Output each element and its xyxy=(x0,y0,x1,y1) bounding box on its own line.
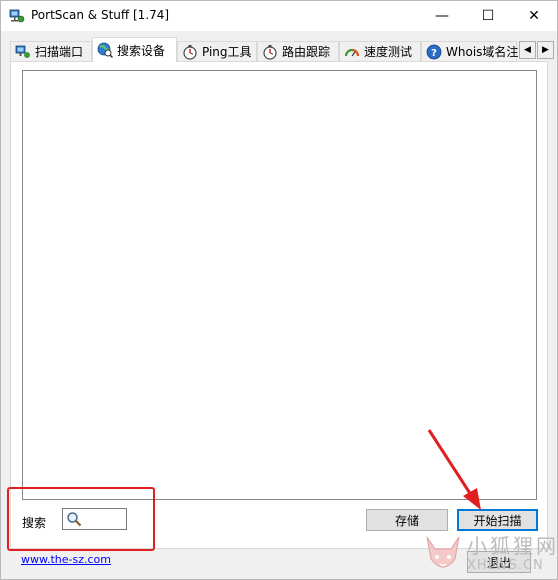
tab-ping-tool[interactable]: Ping工具 xyxy=(177,41,257,61)
start-scan-button[interactable]: 开始扫描 xyxy=(457,509,538,531)
tab-label: 扫描端口 xyxy=(35,45,84,59)
maximize-button[interactable]: ☐ xyxy=(465,1,511,31)
magnifier-icon xyxy=(67,512,82,527)
tab-speed-test[interactable]: 速度测试 xyxy=(339,41,421,61)
tab-strip: 扫描端口 搜索设备 Ping工具 路由跟踪 速度测试 ? Whois域名注 ◀ … xyxy=(1,31,557,62)
tab-panel-search-devices: 搜索 存储 开始扫描 xyxy=(10,61,548,549)
tab-traceroute[interactable]: 路由跟踪 xyxy=(257,41,339,61)
device-results-list[interactable] xyxy=(22,70,537,500)
network-computer-icon xyxy=(15,45,30,58)
gauge-icon xyxy=(344,48,360,56)
tab-label: 路由跟踪 xyxy=(282,45,331,59)
tab-scroll-right-button[interactable]: ▶ xyxy=(537,41,554,59)
tab-search-devices[interactable]: 搜索设备 xyxy=(92,37,177,62)
search-input[interactable] xyxy=(62,508,127,530)
minimize-button[interactable]: — xyxy=(419,1,465,31)
tab-label: Whois域名注 xyxy=(446,45,519,59)
exit-button[interactable]: 退出 xyxy=(467,551,531,573)
title-bar[interactable]: PortScan & Stuff [1.74] — ☐ ✕ xyxy=(1,1,557,31)
tab-whois[interactable]: ? Whois域名注 xyxy=(421,41,519,61)
stopwatch-icon xyxy=(263,44,277,60)
search-label: 搜索 xyxy=(22,516,47,530)
app-window: PortScan & Stuff [1.74] — ☐ ✕ 扫描端口 搜索设备 xyxy=(0,0,558,580)
close-button[interactable]: ✕ xyxy=(511,1,557,31)
window-title: PortScan & Stuff [1.74] xyxy=(31,8,170,22)
globe-search-icon xyxy=(97,42,113,58)
help-icon: ? xyxy=(426,44,442,59)
tab-scan-ports[interactable]: 扫描端口 xyxy=(10,41,92,61)
save-button[interactable]: 存储 xyxy=(366,509,448,531)
tab-label: 搜索设备 xyxy=(117,43,166,58)
tab-scroll-left-button[interactable]: ◀ xyxy=(519,41,536,59)
svg-text:?: ? xyxy=(431,48,437,59)
app-network-icon xyxy=(9,9,25,23)
stopwatch-icon xyxy=(183,44,197,60)
tab-label: 速度测试 xyxy=(364,45,413,59)
tab-label: Ping工具 xyxy=(202,45,252,59)
website-link[interactable]: www.the-sz.com xyxy=(21,553,111,566)
